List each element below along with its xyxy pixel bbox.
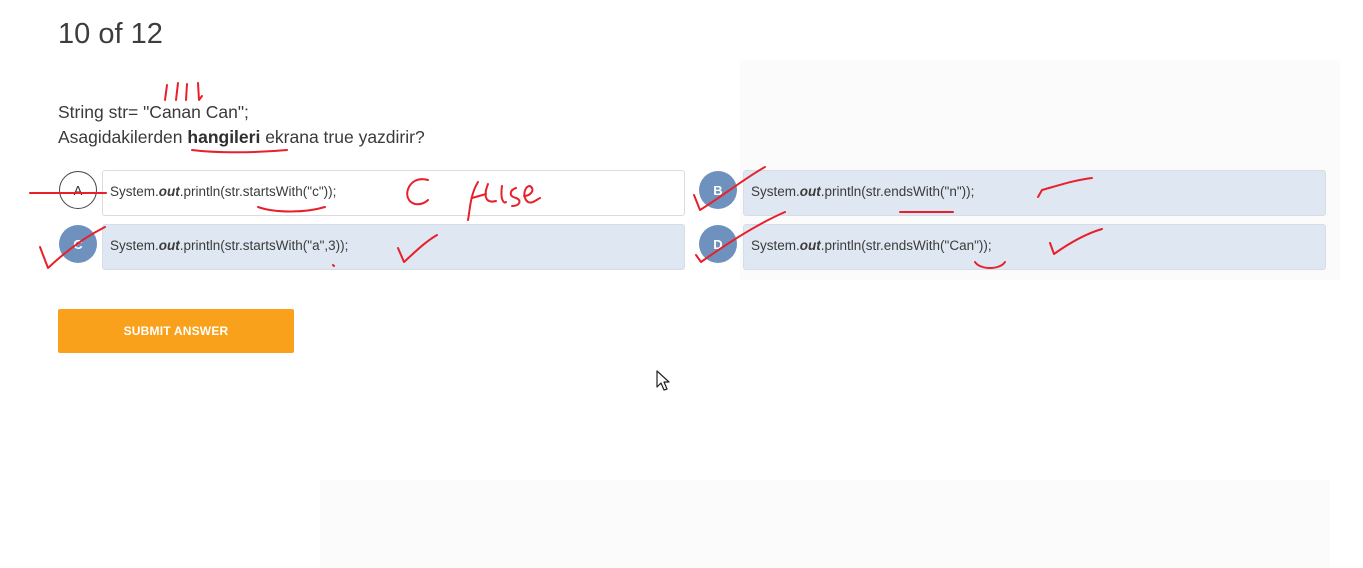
option-b-code: System.out.println(str.endsWith("n")); bbox=[751, 184, 975, 199]
option-b-letter: B bbox=[713, 182, 723, 198]
mouse-pointer-icon bbox=[656, 370, 670, 391]
question-line-2: Asagidakilerden hangileri ekrana true ya… bbox=[58, 125, 425, 150]
question-progress: 10 of 12 bbox=[58, 18, 163, 51]
question-keyword: hangileri bbox=[187, 127, 261, 147]
progress-total: 12 bbox=[130, 18, 163, 50]
progress-of: of bbox=[98, 18, 123, 50]
question-text: String str= "Canan Can"; Asagidakilerden… bbox=[58, 100, 425, 150]
option-d-radio[interactable]: D bbox=[699, 225, 737, 263]
option-c-radio[interactable]: C bbox=[59, 225, 97, 263]
background-panel-bottom bbox=[320, 480, 1330, 568]
option-c-letter: C bbox=[73, 236, 83, 252]
option-b[interactable]: System.out.println(str.endsWith("n")); bbox=[743, 170, 1326, 216]
option-d[interactable]: System.out.println(str.endsWith("Can")); bbox=[743, 224, 1326, 270]
option-a-code: System.out.println(str.startsWith("c")); bbox=[110, 184, 337, 199]
question-line-1: String str= "Canan Can"; bbox=[58, 102, 249, 122]
option-c[interactable]: System.out.println(str.startsWith("a",3)… bbox=[102, 224, 685, 270]
option-a[interactable]: System.out.println(str.startsWith("c")); bbox=[102, 170, 685, 216]
option-c-code: System.out.println(str.startsWith("a",3)… bbox=[110, 238, 349, 253]
option-d-code: System.out.println(str.endsWith("Can")); bbox=[751, 238, 992, 253]
option-a-letter: A bbox=[73, 182, 83, 198]
submit-answer-button[interactable]: SUBMIT ANSWER bbox=[58, 309, 294, 353]
question-line-2-end: ekrana true yazdirir? bbox=[260, 127, 425, 147]
option-d-letter: D bbox=[713, 236, 723, 252]
option-b-radio[interactable]: B bbox=[699, 171, 737, 209]
progress-current: 10 bbox=[58, 18, 91, 50]
option-a-radio[interactable]: A bbox=[59, 171, 97, 209]
question-line-2-start: Asagidakilerden bbox=[58, 127, 188, 147]
